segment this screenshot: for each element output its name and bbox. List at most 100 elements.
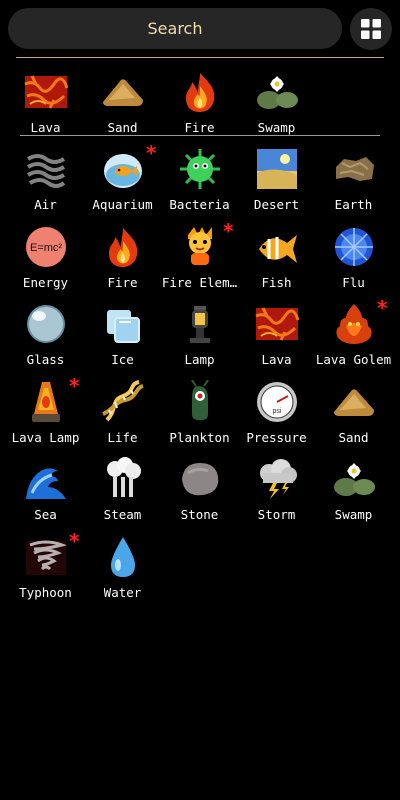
- aquarium-icon: *: [101, 141, 157, 191]
- life-icon: [101, 379, 145, 424]
- element-lava[interactable]: Lava: [238, 296, 315, 373]
- element-label: Fire: [107, 274, 138, 290]
- recent-swamp[interactable]: Swamp: [238, 64, 315, 141]
- element-glass[interactable]: Glass: [7, 296, 84, 373]
- flu-icon: [332, 225, 376, 269]
- element-lamp[interactable]: Lamp: [161, 296, 238, 373]
- fire-elemental-icon: *: [178, 219, 234, 269]
- recent-elements: Lava Sand Fire Swamp: [7, 64, 397, 141]
- element-energy[interactable]: E=mc² Energy: [7, 219, 84, 296]
- element-label: Sea: [34, 507, 57, 522]
- element-life[interactable]: Life: [84, 374, 161, 451]
- fire-icon: [178, 70, 222, 114]
- new-marker-icon: *: [69, 373, 80, 398]
- new-marker-icon: *: [69, 528, 80, 553]
- element-row: E=mc² Energy Fire * Fire Elem… Fish Flu: [7, 219, 397, 296]
- element-bacteria[interactable]: Bacteria: [161, 141, 238, 218]
- ice-icon: [101, 302, 145, 346]
- sand-icon: [101, 70, 145, 114]
- element-row: * Lava Lamp Life Plankton psi Pressure Sand: [7, 374, 397, 451]
- element-label: Flu: [342, 274, 365, 290]
- sand-icon: [332, 380, 376, 424]
- element-label: Lava: [261, 352, 292, 367]
- element-label: Ice: [111, 352, 134, 367]
- element-storm[interactable]: Storm: [238, 451, 315, 528]
- water-icon: [101, 535, 145, 579]
- element-row: Sea Steam Stone Storm Swamp: [7, 451, 397, 528]
- element-label: Steam: [103, 507, 142, 522]
- element-aquarium[interactable]: * Aquarium: [84, 141, 161, 218]
- element-lava-lamp[interactable]: * Lava Lamp: [7, 374, 84, 451]
- element-label: Lava: [30, 120, 61, 135]
- element-row: * Typhoon Water: [7, 529, 397, 606]
- section-divider: [20, 135, 380, 136]
- element-fish[interactable]: Fish: [238, 219, 315, 296]
- element-stone[interactable]: Stone: [161, 451, 238, 528]
- fire-icon: [101, 225, 145, 269]
- element-ice[interactable]: Ice: [84, 296, 161, 373]
- element-typhoon[interactable]: * Typhoon: [7, 529, 84, 606]
- element-sand[interactable]: Sand: [315, 374, 392, 451]
- grid-view-button[interactable]: [350, 8, 392, 50]
- lava-icon: [23, 70, 68, 114]
- element-label: Life: [107, 429, 138, 445]
- element-earth[interactable]: Earth: [315, 141, 392, 218]
- element-label: Sand: [107, 120, 138, 135]
- swamp-icon: [332, 457, 376, 501]
- air-icon: [24, 147, 68, 191]
- element-label: Pressure: [246, 429, 307, 445]
- element-plankton[interactable]: Plankton: [161, 374, 238, 451]
- fish-icon: [255, 225, 299, 269]
- element-swamp[interactable]: Swamp: [315, 451, 392, 528]
- element-fire-elemental[interactable]: * Fire Elem…: [161, 219, 238, 296]
- element-label: Desert: [253, 197, 300, 212]
- element-flu[interactable]: Flu: [315, 219, 392, 296]
- element-label: Plankton: [169, 429, 230, 445]
- new-marker-icon: *: [223, 218, 234, 243]
- element-air[interactable]: Air: [7, 141, 84, 218]
- element-row: Air * Aquarium Bacteria Desert Earth: [7, 141, 397, 218]
- bacteria-icon: [178, 147, 222, 191]
- glass-icon: [24, 302, 68, 346]
- desert-icon: [255, 147, 299, 191]
- grid-icon: [361, 19, 381, 39]
- element-label: Lava Lamp: [11, 429, 80, 445]
- element-label: Fish: [261, 274, 292, 290]
- steam-icon: [101, 457, 145, 501]
- recent-lava[interactable]: Lava: [7, 64, 84, 141]
- stone-icon: [178, 457, 222, 501]
- element-label: Glass: [26, 352, 65, 367]
- svg-text:psi: psi: [272, 408, 281, 415]
- element-pressure[interactable]: psi Pressure: [238, 374, 315, 451]
- element-label: Swamp: [257, 120, 296, 135]
- sea-icon: [24, 457, 68, 501]
- search-label: Search: [147, 19, 203, 38]
- energy-icon: E=mc²: [24, 225, 68, 269]
- element-water[interactable]: Water: [84, 529, 161, 606]
- element-fire[interactable]: Fire: [84, 219, 161, 296]
- storm-icon: [255, 457, 299, 501]
- pressure-icon: psi: [255, 380, 299, 424]
- plankton-icon: [178, 379, 222, 424]
- element-steam[interactable]: Steam: [84, 451, 161, 528]
- element-label: Typhoon: [19, 584, 72, 600]
- typhoon-icon: *: [24, 529, 80, 579]
- element-label: Sand: [338, 429, 369, 445]
- element-sea[interactable]: Sea: [7, 451, 84, 528]
- element-label: Aquarium: [92, 197, 153, 212]
- top-bar: Search: [0, 0, 400, 58]
- element-label: Fire: [184, 120, 215, 135]
- element-label: Fire Elem…: [161, 274, 238, 290]
- recent-fire[interactable]: Fire: [161, 64, 238, 141]
- element-lava-golem[interactable]: * Lava Golem: [315, 296, 392, 373]
- element-label: Bacteria: [169, 197, 230, 212]
- lamp-icon: [178, 302, 222, 346]
- recent-sand[interactable]: Sand: [84, 64, 161, 141]
- element-label: Storm: [257, 507, 296, 522]
- element-desert[interactable]: Desert: [238, 141, 315, 218]
- element-label: Lava Golem: [315, 352, 392, 367]
- header-divider: [16, 57, 384, 58]
- lava-icon: [254, 302, 299, 346]
- search-button[interactable]: Search: [8, 8, 342, 49]
- new-marker-icon: *: [377, 296, 388, 320]
